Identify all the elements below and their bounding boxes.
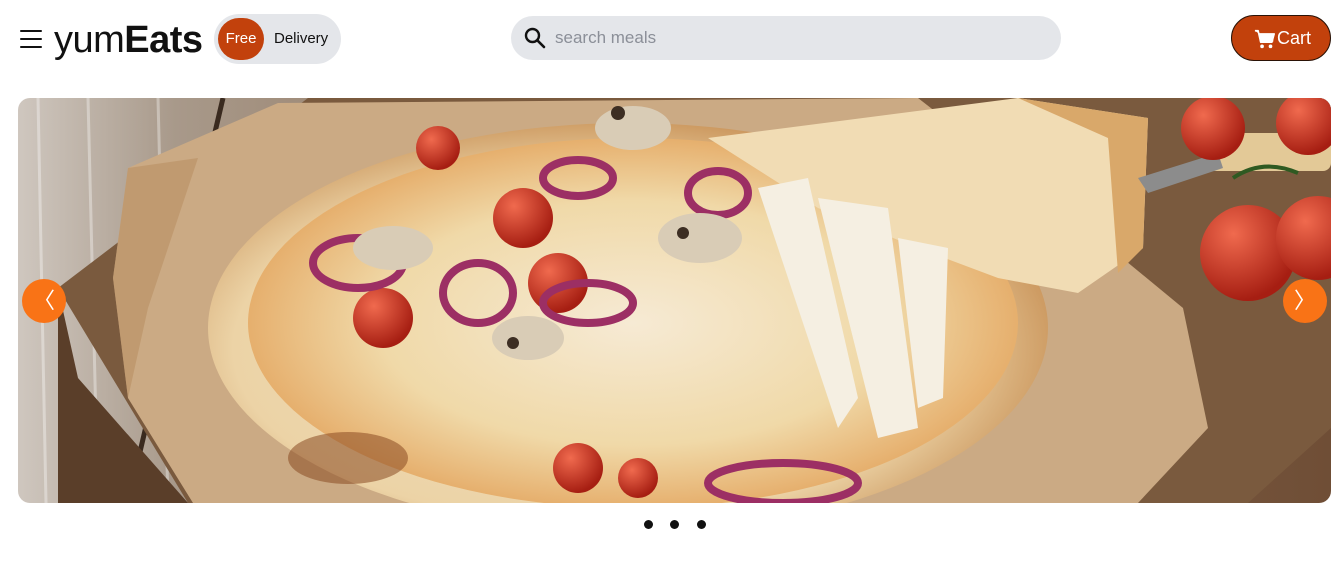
carousel-indicators: [640, 520, 710, 530]
carousel-next-button[interactable]: 〉: [1283, 279, 1327, 323]
search-icon[interactable]: [523, 26, 547, 50]
top-navbar: yumEats Free Delivery Cart: [0, 0, 1336, 80]
menu-bar: [20, 38, 42, 41]
carousel-dot[interactable]: [670, 520, 679, 529]
brand-logo[interactable]: yumEats: [54, 17, 203, 63]
carousel-slide[interactable]: [18, 98, 1331, 503]
shopping-cart-icon: [1254, 29, 1275, 49]
cart-label: Cart: [1277, 28, 1312, 48]
logo-text-bold: Eats: [124, 19, 203, 61]
carousel-dot[interactable]: [697, 520, 706, 529]
carousel-dot[interactable]: [644, 520, 653, 529]
pizza-slice-cheese-pull-photo: [18, 98, 1331, 503]
chevron-right-icon: 〉: [1293, 288, 1316, 313]
search-bar: [511, 16, 1061, 60]
menu-bar: [20, 46, 42, 49]
menu-bar: [20, 30, 42, 33]
delivery-toggle[interactable]: Free Delivery: [214, 14, 341, 64]
delivery-toggle-option[interactable]: Delivery: [274, 14, 328, 64]
chevron-left-icon: 〈: [32, 288, 55, 313]
delivery-toggle-active-option[interactable]: Free: [218, 18, 264, 60]
hamburger-menu-icon[interactable]: [19, 27, 43, 51]
search-input[interactable]: [555, 16, 1045, 60]
logo-text-light: yum: [54, 19, 125, 61]
carousel-prev-button[interactable]: 〈: [22, 279, 66, 323]
hero-carousel: 〈 〉: [18, 98, 1331, 503]
cart-button[interactable]: Cart: [1231, 15, 1331, 61]
